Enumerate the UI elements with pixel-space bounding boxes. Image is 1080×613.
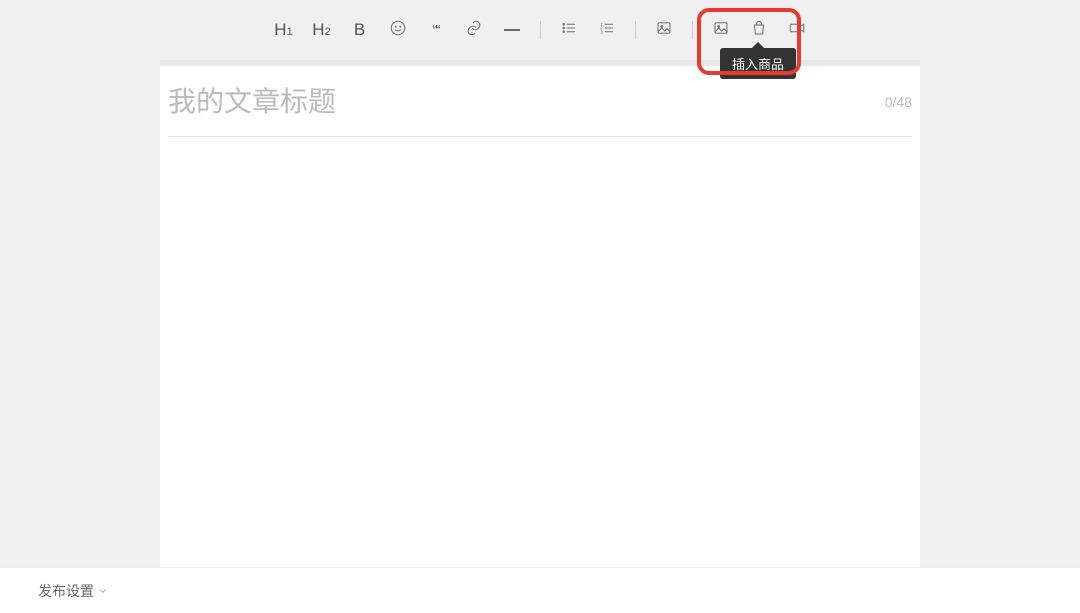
toolbar-separator — [635, 21, 636, 39]
emoji-icon — [389, 19, 407, 42]
heading2-button[interactable]: H2 — [312, 18, 332, 42]
heading1-button[interactable]: H1 — [274, 18, 294, 42]
h1-label: H — [274, 20, 286, 40]
shopping-bag-icon — [750, 19, 768, 42]
unordered-list-button[interactable] — [559, 18, 579, 42]
gallery-button[interactable] — [711, 18, 731, 42]
link-icon — [465, 19, 483, 42]
ordered-list-button[interactable]: 123 — [597, 18, 617, 42]
bold-label: B — [354, 20, 365, 40]
insert-product-button[interactable] — [749, 18, 769, 42]
quote-label: ““ — [433, 22, 439, 39]
video-icon — [788, 19, 806, 42]
toolbar-separator — [540, 21, 541, 39]
editor-toolbar: H1 H2 B ““ — [0, 0, 1080, 60]
svg-text:3: 3 — [600, 29, 603, 34]
h2-label: H — [312, 20, 324, 40]
footer-bar: 发布设置 — [0, 567, 1080, 613]
h2-sub: 2 — [325, 26, 331, 38]
publish-settings-button[interactable]: 发布设置 — [38, 581, 108, 601]
tooltip-text: 插入商品 — [732, 57, 784, 72]
toolbar-separator — [692, 21, 693, 39]
insert-product-tooltip: 插入商品 — [720, 48, 796, 79]
image-button[interactable] — [654, 18, 674, 42]
editor-top-shadow — [160, 60, 920, 66]
ordered-list-icon: 123 — [598, 19, 616, 42]
emoji-button[interactable] — [388, 18, 408, 42]
h1-sub: 1 — [287, 26, 293, 38]
quote-button[interactable]: ““ — [426, 18, 446, 42]
divider-button[interactable] — [502, 18, 522, 42]
title-char-count: 0/48 — [885, 94, 912, 110]
bold-button[interactable]: B — [350, 18, 370, 42]
chevron-down-icon — [98, 583, 108, 599]
link-button[interactable] — [464, 18, 484, 42]
unordered-list-icon — [560, 19, 578, 42]
title-row: 0/48 — [168, 86, 912, 137]
editor-surface: 0/48 — [160, 66, 920, 567]
image-icon — [655, 19, 673, 42]
horizontal-rule-icon — [504, 29, 520, 31]
article-title-input[interactable] — [168, 86, 873, 118]
video-button[interactable] — [787, 18, 807, 42]
toolbar-inner: H1 H2 B ““ — [274, 18, 807, 42]
gallery-icon — [712, 19, 730, 42]
publish-settings-label: 发布设置 — [38, 581, 94, 601]
